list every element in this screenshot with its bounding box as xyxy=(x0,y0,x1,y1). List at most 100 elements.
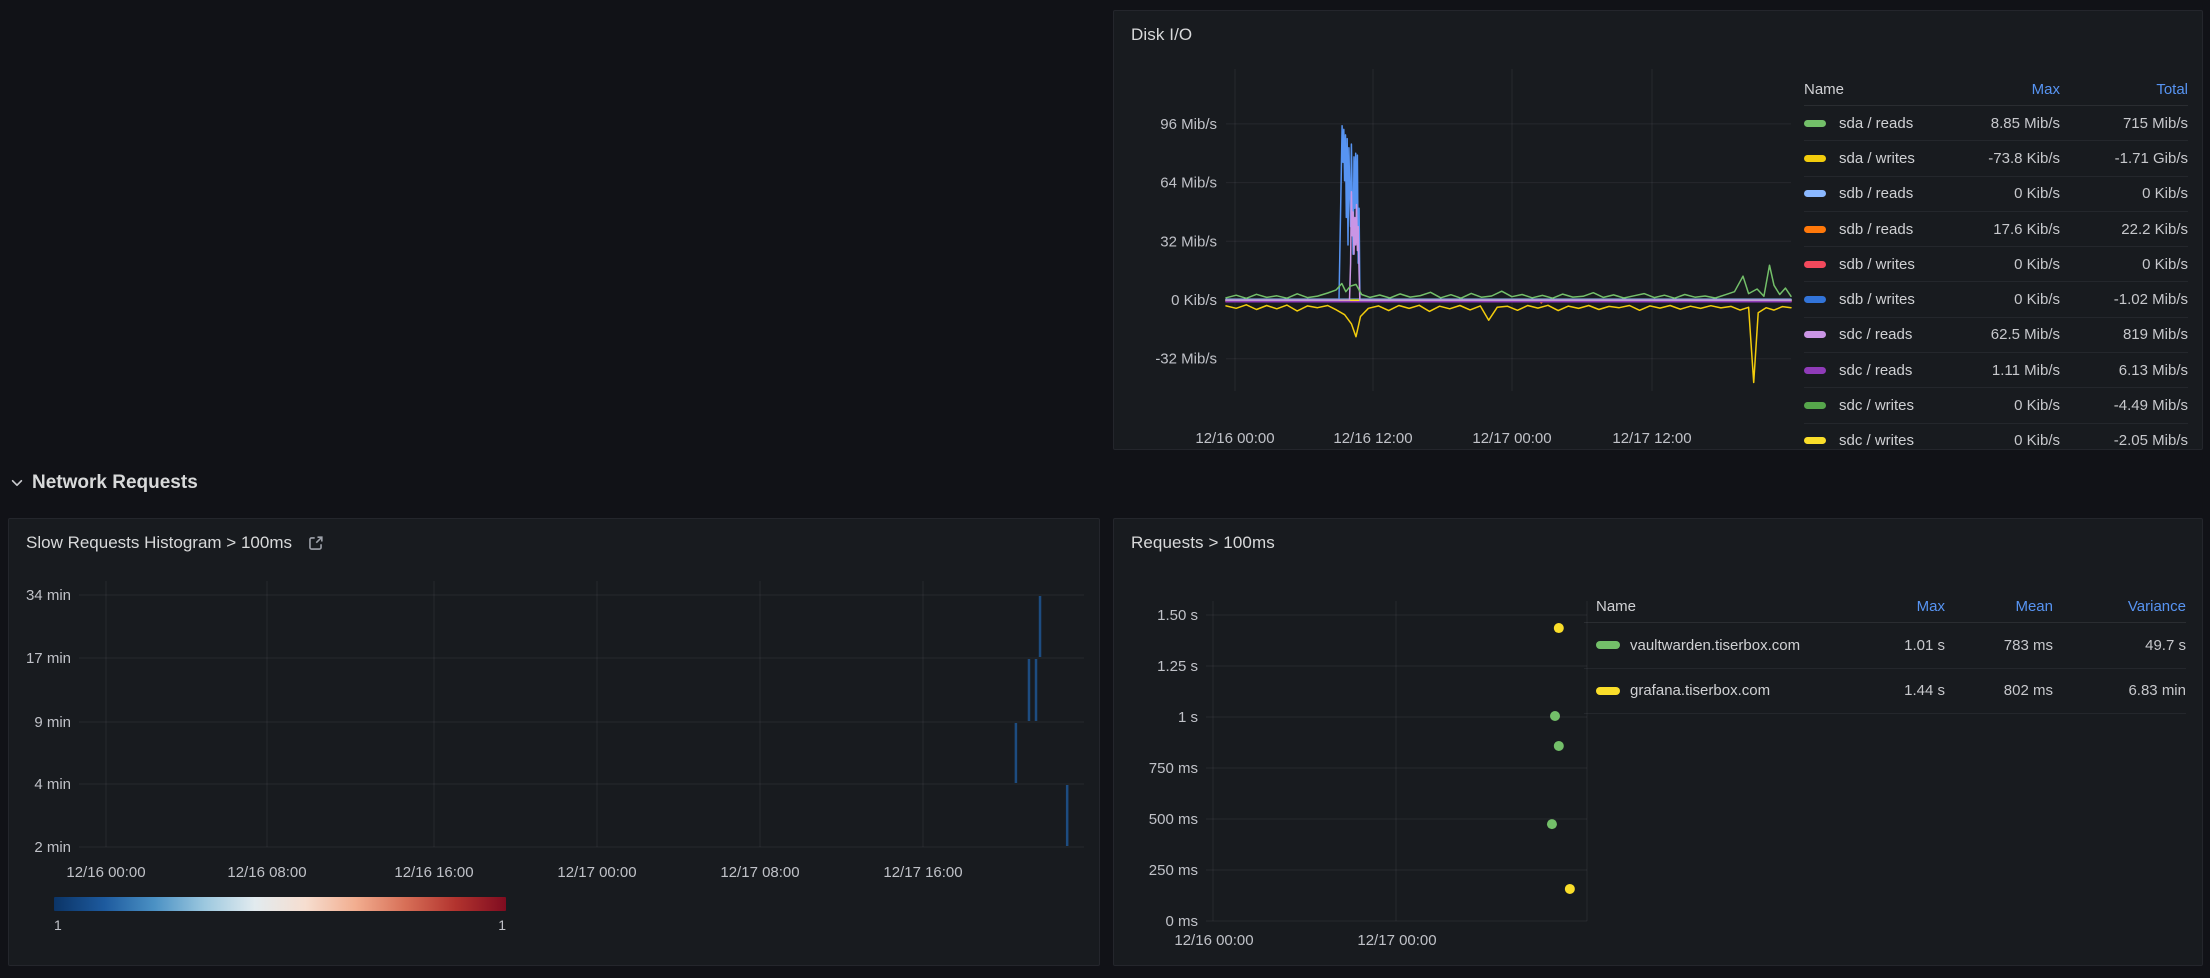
disk-legend-row[interactable]: sdc / reads1.11 Mib/s6.13 Mib/s xyxy=(1804,353,2188,388)
series-max: 0 Kib/s xyxy=(1950,432,2060,449)
series-color-swatch xyxy=(1804,120,1826,127)
svg-text:500 ms: 500 ms xyxy=(1149,811,1198,828)
series-name[interactable]: sdb / reads xyxy=(1804,221,1942,238)
chevron-down-icon[interactable] xyxy=(10,476,24,490)
svg-text:0 Kib/s: 0 Kib/s xyxy=(1171,292,1217,309)
series-name[interactable]: sdc / reads xyxy=(1804,362,1942,379)
svg-text:12/16 16:00: 12/16 16:00 xyxy=(394,864,473,881)
svg-text:17 min: 17 min xyxy=(26,650,71,667)
series-mean: 802 ms xyxy=(1953,682,2053,699)
panel-slow-requests-histogram: Slow Requests Histogram > 100ms 34 min17… xyxy=(8,518,1100,966)
series-name[interactable]: sdb / writes xyxy=(1804,256,1942,273)
legend-header-max[interactable]: Max xyxy=(1845,598,1945,615)
svg-text:12/17 12:00: 12/17 12:00 xyxy=(1612,430,1691,447)
series-max: 0 Kib/s xyxy=(1950,256,2060,273)
series-color-swatch xyxy=(1804,296,1826,303)
series-max: 0 Kib/s xyxy=(1950,291,2060,308)
svg-text:12/16 00:00: 12/16 00:00 xyxy=(1195,430,1274,447)
svg-text:34 min: 34 min xyxy=(26,587,71,604)
disk-legend-row[interactable]: sda / writes -73.8 Kib/s -1.71 Gib/s xyxy=(1804,141,2188,176)
section-network-requests[interactable]: Network Requests xyxy=(10,472,198,494)
series-total: -2.05 Mib/s xyxy=(2068,432,2188,449)
series-color-swatch xyxy=(1596,641,1620,649)
series-name[interactable]: sdb / writes xyxy=(1804,291,1942,308)
requests-legend-table: Name Max Mean Variance vaultwarden.tiser… xyxy=(1584,591,2186,714)
series-color-swatch xyxy=(1596,687,1620,695)
disk-legend-row[interactable]: sdb / reads 0 Kib/s 0 Kib/s xyxy=(1804,177,2188,212)
series-color-swatch xyxy=(1804,367,1826,374)
svg-text:12/16 00:00: 12/16 00:00 xyxy=(66,864,145,881)
color-scale-max: 1 xyxy=(498,917,506,933)
series-name[interactable]: sdc / writes xyxy=(1804,432,1942,449)
series-max: 62.5 Mib/s xyxy=(1950,326,2060,343)
disk-io-legend-table: Name Max Total sda / reads8.85 Mib/s715 … xyxy=(1804,73,2188,450)
disk-legend-row[interactable]: sdb / reads 17.6 Kib/s 22.2 Kib/s xyxy=(1804,212,2188,247)
svg-text:12/16 12:00: 12/16 12:00 xyxy=(1333,430,1412,447)
svg-text:1 s: 1 s xyxy=(1178,709,1198,726)
dashboard: Disk I/O 96 Mib/s64 Mib/s32 Mib/s0 Kib/s… xyxy=(0,0,2210,978)
series-name[interactable]: sdc / reads xyxy=(1804,326,1942,343)
svg-text:96 Mib/s: 96 Mib/s xyxy=(1160,116,1217,133)
series-name[interactable]: grafana.tiserbox.com xyxy=(1584,682,1837,699)
series-total: -1.71 Gib/s xyxy=(2068,150,2188,167)
requests-legend-header: Name Max Mean Variance xyxy=(1584,591,2186,623)
series-total: 715 Mib/s xyxy=(2068,115,2188,132)
series-color-swatch xyxy=(1804,261,1826,268)
series-max: -73.8 Kib/s xyxy=(1950,150,2060,167)
series-color-swatch xyxy=(1804,437,1826,444)
requests-legend-row[interactable]: vaultwarden.tiserbox.com 1.01 s 783 ms 49.7… xyxy=(1584,623,2186,669)
disk-io-legend-header: Name Max Total xyxy=(1804,73,2188,106)
disk-legend-row[interactable]: sdc / writes 0 Kib/s -4.49 Mib/s xyxy=(1804,388,2188,423)
svg-text:12/17 00:00: 12/17 00:00 xyxy=(1357,932,1436,949)
series-mean: 783 ms xyxy=(1953,637,2053,654)
legend-header-name[interactable]: Name xyxy=(1804,81,1942,98)
heatmap-color-scale: 1 1 xyxy=(54,897,506,933)
legend-header-variance[interactable]: Variance xyxy=(2061,598,2186,615)
svg-text:9 min: 9 min xyxy=(34,714,71,731)
series-max: 17.6 Kib/s xyxy=(1950,221,2060,238)
series-total: -4.49 Mib/s xyxy=(2068,397,2188,414)
series-name[interactable]: sdb / reads xyxy=(1804,185,1942,202)
series-color-swatch xyxy=(1804,155,1826,162)
requests-legend-row[interactable]: grafana.tiserbox.com1.44 s802 ms6.83 min xyxy=(1584,669,2186,715)
svg-text:12/17 00:00: 12/17 00:00 xyxy=(1472,430,1551,447)
section-title: Network Requests xyxy=(32,472,198,494)
series-total: -1.02 Mib/s xyxy=(2068,291,2188,308)
disk-legend-row[interactable]: sdc / reads 62.5 Mib/s 819 Mib/s xyxy=(1804,318,2188,353)
svg-text:12/16 00:00: 12/16 00:00 xyxy=(1174,932,1253,949)
series-total: 22.2 Kib/s xyxy=(2068,221,2188,238)
series-name[interactable]: sda / writes xyxy=(1804,150,1942,167)
legend-header-mean[interactable]: Mean xyxy=(1953,598,2053,615)
series-max: 1.11 Mib/s xyxy=(1950,362,2060,379)
svg-text:0 ms: 0 ms xyxy=(1165,913,1198,930)
series-total: 0 Kib/s xyxy=(2068,185,2188,202)
series-name[interactable]: vaultwarden.tiserbox.com xyxy=(1584,637,1837,654)
legend-header-max[interactable]: Max xyxy=(1950,81,2060,98)
legend-header-total[interactable]: Total xyxy=(2068,81,2188,98)
svg-text:-32 Mib/s: -32 Mib/s xyxy=(1155,351,1217,368)
series-color-swatch xyxy=(1804,226,1826,233)
disk-legend-row[interactable]: sdb / writes 0 Kib/s -1.02 Mib/s xyxy=(1804,282,2188,317)
series-color-swatch xyxy=(1804,190,1826,197)
series-max: 1.01 s xyxy=(1845,637,1945,654)
color-scale-gradient[interactable] xyxy=(54,897,506,911)
svg-text:2 min: 2 min xyxy=(34,839,71,856)
series-max: 0 Kib/s xyxy=(1950,185,2060,202)
series-max: 1.44 s xyxy=(1845,682,1945,699)
series-name[interactable]: sda / reads xyxy=(1804,115,1942,132)
series-total: 819 Mib/s xyxy=(2068,326,2188,343)
series-variance: 49.7 s xyxy=(2061,637,2186,654)
svg-text:750 ms: 750 ms xyxy=(1149,760,1198,777)
svg-text:12/17 16:00: 12/17 16:00 xyxy=(883,864,962,881)
disk-legend-row[interactable]: sda / reads8.85 Mib/s715 Mib/s xyxy=(1804,106,2188,141)
disk-legend-row[interactable]: sdc / writes 0 Kib/s -2.05 Mib/s xyxy=(1804,424,2188,450)
series-max: 0 Kib/s xyxy=(1950,397,2060,414)
legend-header-name[interactable]: Name xyxy=(1584,598,1837,615)
svg-text:12/16 08:00: 12/16 08:00 xyxy=(227,864,306,881)
disk-legend-row[interactable]: sdb / writes 0 Kib/s 0 Kib/s xyxy=(1804,247,2188,282)
series-total: 0 Kib/s xyxy=(2068,256,2188,273)
requests-scatter-chart: 1.50 s1.25 s1 s750 ms500 ms250 ms0 ms12/… xyxy=(1114,519,2203,966)
panel-disk-io: Disk I/O 96 Mib/s64 Mib/s32 Mib/s0 Kib/s… xyxy=(1113,10,2203,450)
panel-requests-100ms: Requests > 100ms 1.50 s1.25 s1 s750 ms50… xyxy=(1113,518,2203,966)
series-name[interactable]: sdc / writes xyxy=(1804,397,1942,414)
